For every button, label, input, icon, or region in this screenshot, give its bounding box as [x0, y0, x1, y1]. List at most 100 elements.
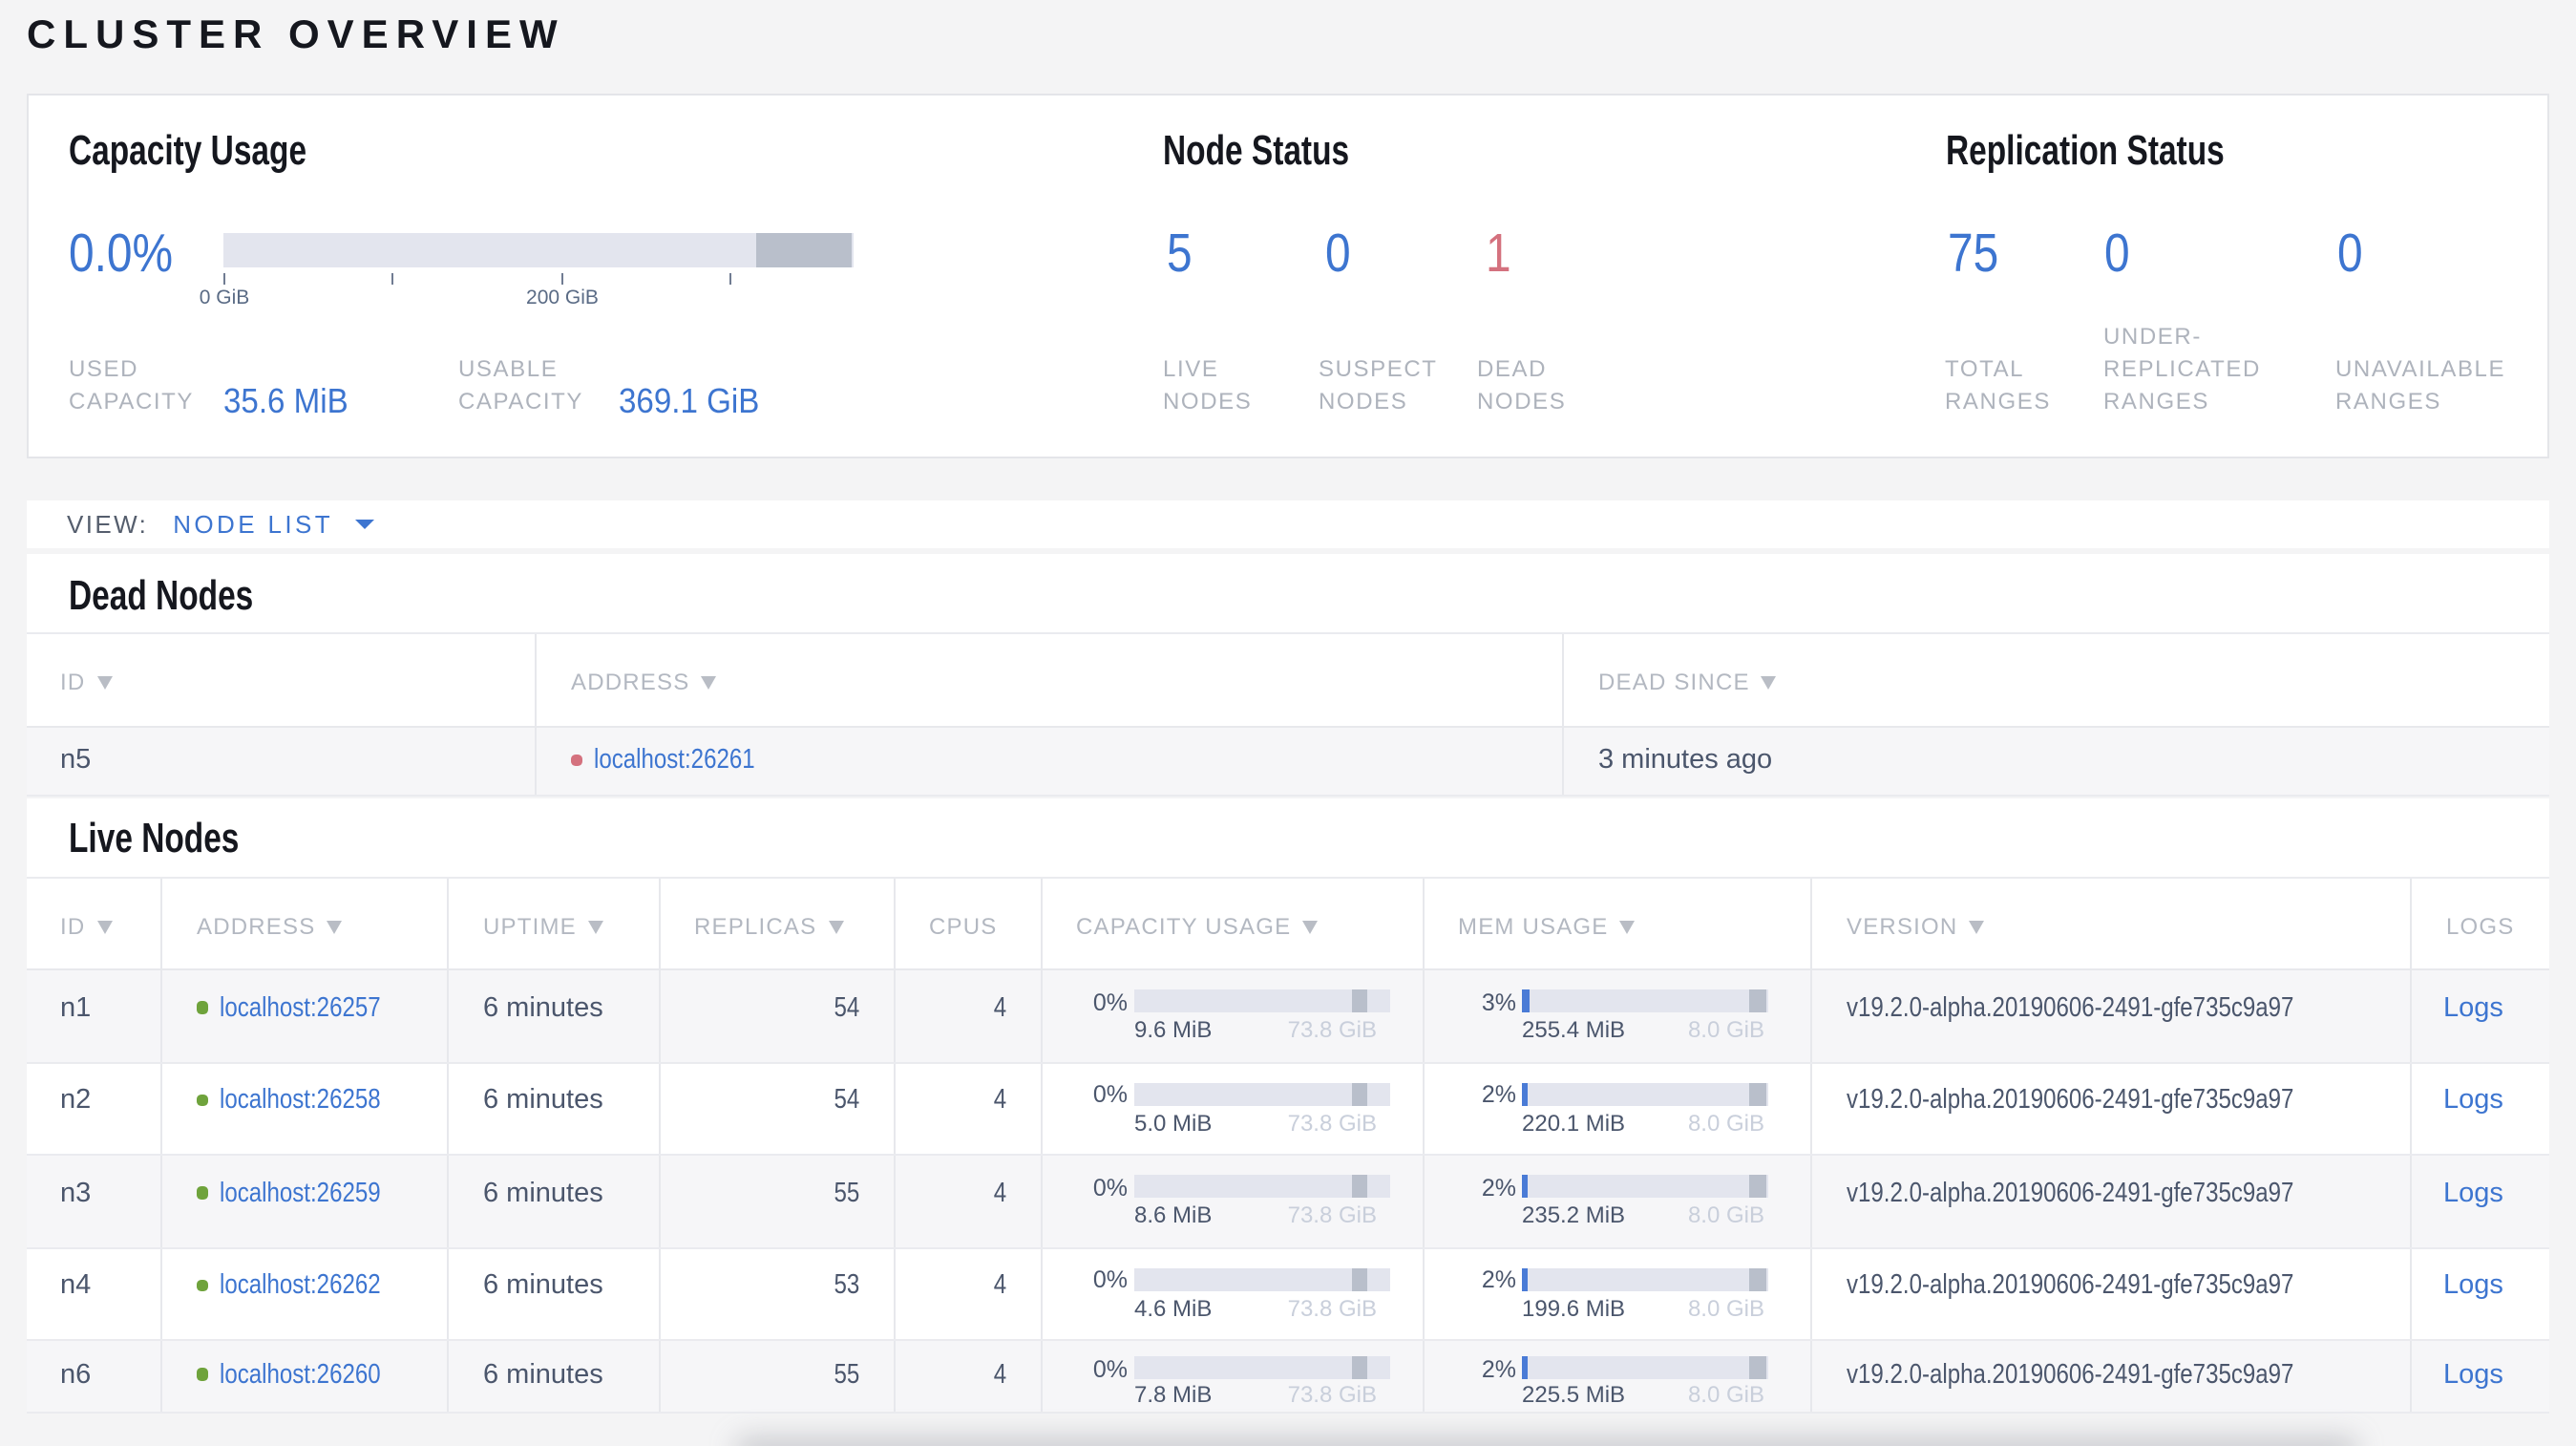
node-capacity-cell: 0% 9.6 MiB 73.8 GiB: [1042, 970, 1424, 1061]
col-header-id[interactable]: ID: [26, 878, 162, 968]
capacity-used-value: 9.6 MiB: [1134, 1016, 1213, 1043]
memory-percent: 2%: [1481, 1355, 1516, 1382]
node-uptime: 6 minutes: [449, 970, 660, 1061]
node-version: v19.2.0-alpha.20190606-2491-gfe735c9a97: [1812, 1341, 2412, 1412]
node-address-link[interactable]: localhost:26260: [219, 1359, 380, 1392]
usable-capacity-value: 369.1 GiB: [619, 381, 760, 419]
col-header-capacity-usage[interactable]: CAPACITY USAGE: [1042, 878, 1424, 968]
node-replicas-value: 54: [834, 1085, 859, 1116]
col-header-label: VERSION: [1847, 913, 1958, 940]
col-header-label: LOGS: [2446, 913, 2515, 940]
memory-total-value: 8.0 GiB: [1687, 1294, 1764, 1321]
sort-desc-icon: [327, 920, 343, 933]
node-memory-cell: 2% 220.1 MiB 8.0 GiB: [1424, 1063, 1812, 1154]
live-status-icon: [197, 1186, 209, 1199]
chevron-down-icon[interactable]: [354, 520, 374, 529]
memory-bar-used-segment: [1522, 989, 1530, 1012]
usable-capacity-label: USABLE CAPACITY: [458, 354, 584, 414]
col-header-address[interactable]: ADDRESS: [537, 633, 1564, 725]
node-version: v19.2.0-alpha.20190606-2491-gfe735c9a97: [1812, 1156, 2412, 1246]
memory-bar-chart: [1522, 1267, 1767, 1290]
live-nodes-table-header: ID ADDRESS UPTIME REPLICAS CPUS CAPACITY…: [26, 876, 2549, 970]
col-header-mem-usage[interactable]: MEM USAGE: [1424, 878, 1812, 968]
memory-values: 255.4 MiB 8.0 GiB: [1522, 1016, 1767, 1043]
view-label: VIEW:: [67, 510, 149, 539]
memory-bar-reserved-segment: [1748, 1175, 1767, 1198]
memory-used-value: 199.6 MiB: [1522, 1294, 1626, 1321]
memory-bar-used-segment: [1522, 1082, 1529, 1105]
memory-bar-used-segment: [1522, 1356, 1529, 1379]
memory-values: 225.5 MiB 8.0 GiB: [1522, 1381, 1767, 1408]
capacity-bar-nonusable-segment: [1352, 1267, 1367, 1290]
capacity-bar-nonusable-segment: [1352, 989, 1367, 1012]
col-header-uptime[interactable]: UPTIME: [449, 878, 660, 968]
node-address-link[interactable]: localhost:26258: [219, 1085, 380, 1117]
node-address-link[interactable]: localhost:26259: [219, 1178, 380, 1210]
live-status-icon: [197, 1094, 209, 1106]
capacity-total-value: 73.8 GiB: [1287, 1016, 1377, 1043]
sort-desc-icon: [1969, 920, 1985, 933]
col-header-address[interactable]: ADDRESS: [162, 878, 449, 968]
node-id: n1: [26, 970, 162, 1061]
node-address-cell: localhost:26257: [162, 970, 449, 1061]
dead-nodes-table-header: ID ADDRESS DEAD SINCE: [26, 631, 2549, 727]
page-title: CLUSTER OVERVIEW: [27, 12, 565, 56]
col-header-label: UPTIME: [483, 913, 577, 940]
col-header-label: ADDRESS: [571, 669, 690, 696]
node-cpus-value: 4: [993, 1085, 1006, 1116]
live-node-row: n1 localhost:26257 6 minutes 54 4 0% 9.6…: [26, 970, 2549, 1063]
capacity-used-value: 8.6 MiB: [1134, 1201, 1213, 1228]
col-header-version[interactable]: VERSION: [1812, 878, 2412, 968]
sort-desc-icon: [1761, 675, 1777, 690]
axis-label-200gib: 200 GiB: [526, 286, 599, 308]
capacity-usage-bar-chart: [223, 233, 853, 266]
col-header-cpus[interactable]: CPUS: [895, 878, 1042, 968]
node-address-link[interactable]: localhost:26262: [219, 1270, 380, 1303]
node-logs-cell: Logs: [2412, 1341, 2549, 1412]
capacity-bar-chart: [1134, 1082, 1390, 1105]
unavailable-label: UNAVAILABLE RANGES: [2335, 354, 2506, 414]
node-memory-cell: 3% 255.4 MiB 8.0 GiB: [1424, 970, 1812, 1061]
node-logs-link[interactable]: Logs: [2443, 1178, 2503, 1208]
node-version: v19.2.0-alpha.20190606-2491-gfe735c9a97: [1812, 1063, 2412, 1154]
dead-node-address-link[interactable]: localhost:26261: [593, 745, 754, 777]
capacity-percent: 0%: [1092, 1355, 1128, 1382]
col-header-replicas[interactable]: REPLICAS: [660, 878, 895, 968]
node-replicas-value: 53: [834, 1270, 859, 1301]
live-nodes-table-body: n1 localhost:26257 6 minutes 54 4 0% 9.6…: [26, 970, 2549, 1414]
node-address-cell: localhost:26260: [162, 1341, 449, 1412]
capacity-bar-chart: [1134, 989, 1390, 1012]
node-logs-link[interactable]: Logs: [2443, 1085, 2503, 1116]
capacity-bar-nonusable-segment: [756, 233, 853, 266]
node-logs-link[interactable]: Logs: [2443, 992, 2503, 1023]
sort-desc-icon: [96, 920, 113, 933]
node-address-link[interactable]: localhost:26257: [219, 992, 380, 1025]
node-logs-link[interactable]: Logs: [2443, 1359, 2503, 1390]
node-id: n3: [26, 1156, 162, 1246]
memory-percent: 2%: [1481, 1174, 1516, 1201]
memory-values: 235.2 MiB 8.0 GiB: [1522, 1201, 1767, 1228]
capacity-total-value: 73.8 GiB: [1287, 1201, 1377, 1228]
node-capacity-cell: 0% 4.6 MiB 73.8 GiB: [1042, 1248, 1424, 1339]
live-nodes-heading: Live Nodes: [69, 814, 240, 861]
node-cpus-value: 4: [993, 1270, 1006, 1301]
col-header-id[interactable]: ID: [26, 633, 537, 725]
suspect-nodes-count: 0: [1324, 223, 1350, 284]
dead-nodes-label: DEAD NODES: [1477, 354, 1567, 414]
node-logs-link[interactable]: Logs: [2443, 1270, 2503, 1301]
horizontal-scrollbar[interactable]: [735, 1438, 2358, 1446]
capacity-bar-chart: [1134, 1175, 1390, 1198]
node-replicas: 54: [660, 1063, 895, 1154]
view-selector[interactable]: NODE LIST: [173, 510, 333, 539]
capacity-used-value: 4.6 MiB: [1134, 1294, 1213, 1321]
memory-bar-reserved-segment: [1748, 1267, 1767, 1290]
axis-tick: [391, 273, 394, 285]
axis-tick: [222, 273, 225, 285]
col-header-dead-since[interactable]: DEAD SINCE: [1564, 633, 2549, 725]
capacity-values: 4.6 MiB 73.8 GiB: [1134, 1294, 1390, 1321]
node-logs-cell: Logs: [2412, 1156, 2549, 1246]
live-node-row: n6 localhost:26260 6 minutes 55 4 0% 7.8…: [26, 1341, 2549, 1414]
node-cpus-value: 4: [993, 1359, 1006, 1390]
live-status-icon: [197, 1001, 209, 1013]
node-cpus: 4: [895, 1341, 1042, 1412]
